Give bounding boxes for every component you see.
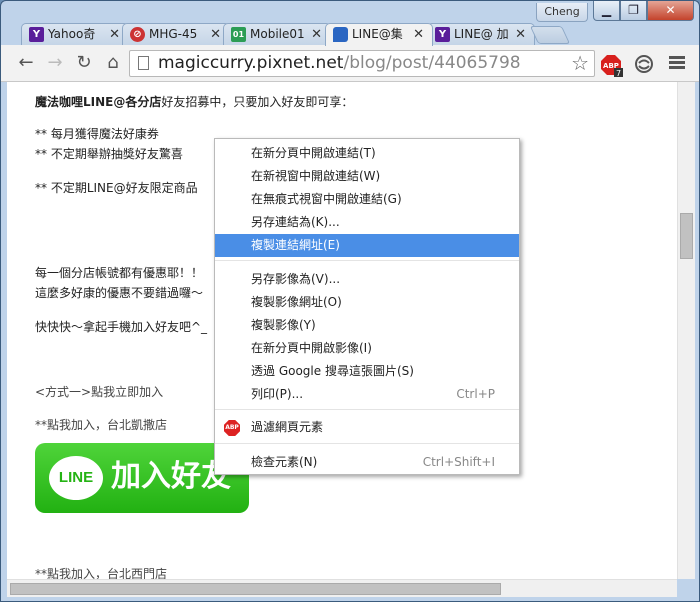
body-text: 快快快～拿起手機加入好友吧^_ bbox=[35, 320, 208, 334]
menu-item-open-link-new-window[interactable]: 在新視窗中開啟連結(W) bbox=[215, 165, 519, 188]
chrome-menu-icon[interactable] bbox=[669, 54, 685, 72]
tab-label: LINE@ 加 bbox=[454, 27, 509, 41]
yahoo-favicon-icon: Y bbox=[29, 27, 44, 42]
close-window-button[interactable]: ✕ bbox=[647, 1, 694, 21]
toolbar: ← → ↻ ⌂ magiccurry.pixnet.net/blog/post/… bbox=[1, 45, 699, 82]
perk-item: ** 不定期LINE@好友限定商品 bbox=[35, 181, 198, 195]
tab-close-icon[interactable]: ✕ bbox=[210, 24, 221, 45]
add-friend-label: 加入好友 bbox=[111, 459, 231, 494]
menu-item-block-element[interactable]: ABP 過濾網頁元素 bbox=[215, 416, 519, 439]
tab-close-icon[interactable]: ✕ bbox=[515, 24, 526, 45]
tab-strip: Cheng ▁ ❐ ✕ Y Yahoo奇 ✕ ⊘ MHG-45 ✕ 01 Mob… bbox=[1, 1, 699, 46]
scroll-thumb[interactable] bbox=[10, 583, 501, 595]
body-text: 每一個分店帳號都有優惠耶！！ bbox=[35, 266, 204, 280]
menu-separator bbox=[215, 260, 519, 261]
menu-item-search-google-image[interactable]: 透過 Google 搜尋這張圖片(S) bbox=[215, 360, 519, 383]
menu-item-open-link-new-tab[interactable]: 在新分頁中開啟連結(T) bbox=[215, 142, 519, 165]
menu-item-inspect-element[interactable]: 檢查元素(N) Ctrl+Shift+I bbox=[215, 451, 519, 474]
tab-close-icon[interactable]: ✕ bbox=[311, 24, 322, 45]
menu-item-copy-link-address[interactable]: 複製連結網址(E) bbox=[215, 234, 519, 257]
address-bar[interactable]: magiccurry.pixnet.net/blog/post/44065798… bbox=[129, 50, 595, 77]
body-text: 這麼多好康的優惠不要錯過囉～ bbox=[35, 286, 204, 300]
perk-item: ** 不定期舉辦抽獎好友驚喜 bbox=[35, 147, 183, 161]
menu-item-print[interactable]: 列印(P)... Ctrl+P bbox=[215, 383, 519, 406]
reload-icon[interactable]: ↻ bbox=[73, 53, 95, 75]
menu-item-copy-image-address[interactable]: 複製影像網址(O) bbox=[215, 291, 519, 314]
scroll-thumb[interactable] bbox=[680, 213, 693, 259]
tab-line-yahoo[interactable]: Y LINE@ 加 ✕ bbox=[427, 23, 535, 45]
mhg-favicon-icon: ⊘ bbox=[130, 27, 145, 42]
forward-arrow-icon[interactable]: → bbox=[44, 53, 66, 75]
menu-item-open-link-incognito[interactable]: 在無痕式視窗中開啟連結(G) bbox=[215, 188, 519, 211]
svg-text:7: 7 bbox=[616, 69, 621, 77]
back-arrow-icon[interactable]: ← bbox=[15, 53, 37, 75]
speech-bubble-favicon-icon bbox=[333, 27, 348, 42]
tab-label: MHG-45 bbox=[149, 27, 198, 41]
yahoo-favicon-icon: Y bbox=[435, 27, 450, 42]
context-menu: 在新分頁中開啟連結(T) 在新視窗中開啟連結(W) 在無痕式視窗中開啟連結(G)… bbox=[214, 138, 520, 475]
adblock-plus-button[interactable]: ABP 7 bbox=[601, 55, 623, 78]
tab-mobile01[interactable]: 01 Mobile01 ✕ bbox=[223, 23, 331, 45]
browser-window: Cheng ▁ ❐ ✕ Y Yahoo奇 ✕ ⊘ MHG-45 ✕ 01 Mob… bbox=[0, 0, 700, 602]
tab-close-icon[interactable]: ✕ bbox=[109, 24, 120, 45]
mobile01-favicon-icon: 01 bbox=[231, 27, 246, 42]
menu-item-save-image-as[interactable]: 另存影像為(V)... bbox=[215, 268, 519, 291]
menu-item-save-link-as[interactable]: 另存連結為(K)... bbox=[215, 211, 519, 234]
menu-separator bbox=[215, 443, 519, 444]
tab-label: Yahoo奇 bbox=[48, 27, 96, 41]
adblock-icon: ABP bbox=[224, 420, 240, 436]
adblock-icon: ABP 7 bbox=[601, 55, 623, 78]
menu-item-copy-image[interactable]: 複製影像(Y) bbox=[215, 314, 519, 337]
vertical-scrollbar[interactable] bbox=[677, 82, 695, 579]
line-logo-icon: LINE bbox=[49, 456, 103, 500]
sync-extension-icon[interactable] bbox=[634, 54, 654, 74]
profile-button[interactable]: Cheng bbox=[536, 3, 588, 22]
new-tab-button[interactable] bbox=[529, 26, 571, 44]
tab-yahoo[interactable]: Y Yahoo奇 ✕ bbox=[21, 23, 129, 45]
tab-label: LINE@集 bbox=[352, 27, 403, 41]
intro-text: 魔法咖哩LINE@各分店好友招募中，只要加入好友即可享： bbox=[35, 95, 354, 109]
home-icon[interactable]: ⌂ bbox=[102, 53, 124, 75]
tab-label: Mobile01 bbox=[250, 27, 305, 41]
bookmark-star-icon[interactable]: ☆ bbox=[571, 51, 589, 75]
perk-item: ** 每月獲得魔法好康券 bbox=[35, 127, 159, 141]
method-link[interactable]: <方式一>點我立即加入 bbox=[35, 383, 163, 400]
menu-item-open-image-new-tab[interactable]: 在新分頁中開啟影像(I) bbox=[215, 337, 519, 360]
branch-link[interactable]: **點我加入，台北西門店 bbox=[35, 565, 167, 579]
page-icon bbox=[138, 56, 149, 70]
minimize-button[interactable]: ▁ bbox=[593, 1, 620, 21]
menu-separator bbox=[215, 409, 519, 410]
tab-close-icon[interactable]: ✕ bbox=[413, 24, 424, 45]
branch-link[interactable]: **點我加入，台北凱撒店 bbox=[35, 416, 167, 433]
url-text[interactable]: magiccurry.pixnet.net/blog/post/44065798 bbox=[158, 53, 521, 74]
tab-line-active[interactable]: LINE@集 ✕ bbox=[325, 23, 433, 46]
tab-mhg[interactable]: ⊘ MHG-45 ✕ bbox=[122, 23, 230, 45]
horizontal-scrollbar[interactable] bbox=[7, 579, 677, 597]
maximize-button[interactable]: ❐ bbox=[620, 1, 647, 21]
